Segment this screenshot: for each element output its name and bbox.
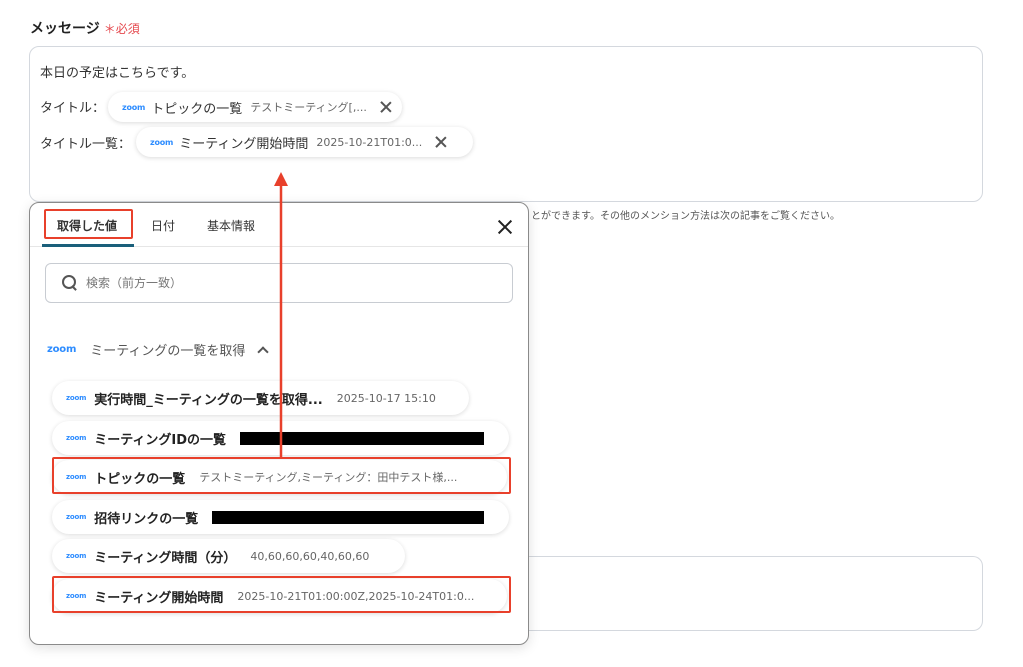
tab-basic-info[interactable]: 基本情報 <box>207 217 255 234</box>
item-label: ミーティングIDの一覧 <box>94 432 227 448</box>
close-icon[interactable] <box>496 218 514 236</box>
mention-pill-start-time[interactable]: zoom ミーティング開始時間 2025-10-21T01:0... <box>136 127 473 157</box>
message-field-label: メッセージ ＊必須 <box>30 18 140 38</box>
zoom-logo-icon: zoom <box>150 137 174 147</box>
tab-date[interactable]: 日付 <box>151 217 175 234</box>
title-list-row-label: タイトル一覧： <box>40 137 132 152</box>
zoom-logo-icon: zoom <box>122 102 146 112</box>
annotation-arrow <box>274 172 288 457</box>
zoom-logo-icon: zoom <box>66 552 87 560</box>
item-label: 招待リンクの一覧 <box>94 511 199 527</box>
close-icon[interactable] <box>434 135 448 149</box>
item-value: 40,60,60,60,40,60,60 <box>250 549 370 563</box>
highlight-box-start-time <box>52 576 511 613</box>
list-item-meeting-duration[interactable]: zoom ミーティング時間（分） 40,60,60,60,40,60,60 <box>52 539 405 573</box>
field-label-text: メッセージ <box>30 21 100 37</box>
required-text: 必須 <box>115 22 140 36</box>
close-icon[interactable] <box>379 100 392 114</box>
mention-pill-topic[interactable]: zoom トピックの一覧 テストミーティング[,... <box>108 92 402 122</box>
zoom-logo-icon: zoom <box>66 394 87 402</box>
required-badge: ＊必須 <box>103 22 140 36</box>
lower-input-field[interactable] <box>529 556 983 631</box>
zoom-logo-icon: zoom <box>47 344 77 355</box>
list-item-invite-links[interactable]: zoom 招待リンクの一覧 <box>52 500 509 534</box>
mention-hint-text: とができます。その他のメンション方法は次の記事をご覧ください。 <box>531 211 840 222</box>
zoom-logo-icon: zoom <box>66 434 87 442</box>
mention-pill-value: テストミーティング[,... <box>250 101 367 114</box>
redacted-value <box>212 510 485 524</box>
mention-pill-value: 2025-10-21T01:0... <box>316 135 423 149</box>
highlight-box-topics <box>52 457 511 494</box>
item-label: ミーティング時間（分） <box>94 550 237 566</box>
zoom-logo-icon: zoom <box>66 513 87 521</box>
search-icon <box>62 275 78 291</box>
mention-pill-label: トピックの一覧 <box>151 101 243 117</box>
section-title: ミーティングの一覧を取得 <box>90 344 246 359</box>
highlight-box-tab <box>44 209 133 239</box>
item-value: 2025-10-17 15:10 <box>336 391 436 405</box>
message-line-1: 本日の予定はこちらです。 <box>40 66 195 81</box>
section-header-list-meetings[interactable]: zoom ミーティングの一覧を取得 <box>47 340 270 359</box>
mention-pill-label: ミーティング開始時間 <box>179 136 309 152</box>
active-tab-indicator <box>42 244 134 247</box>
list-item-execution-time[interactable]: zoom 実行時間_ミーティングの一覧を取得... 2025-10-17 15:… <box>52 381 469 415</box>
title-row-label: タイトル： <box>40 101 106 116</box>
